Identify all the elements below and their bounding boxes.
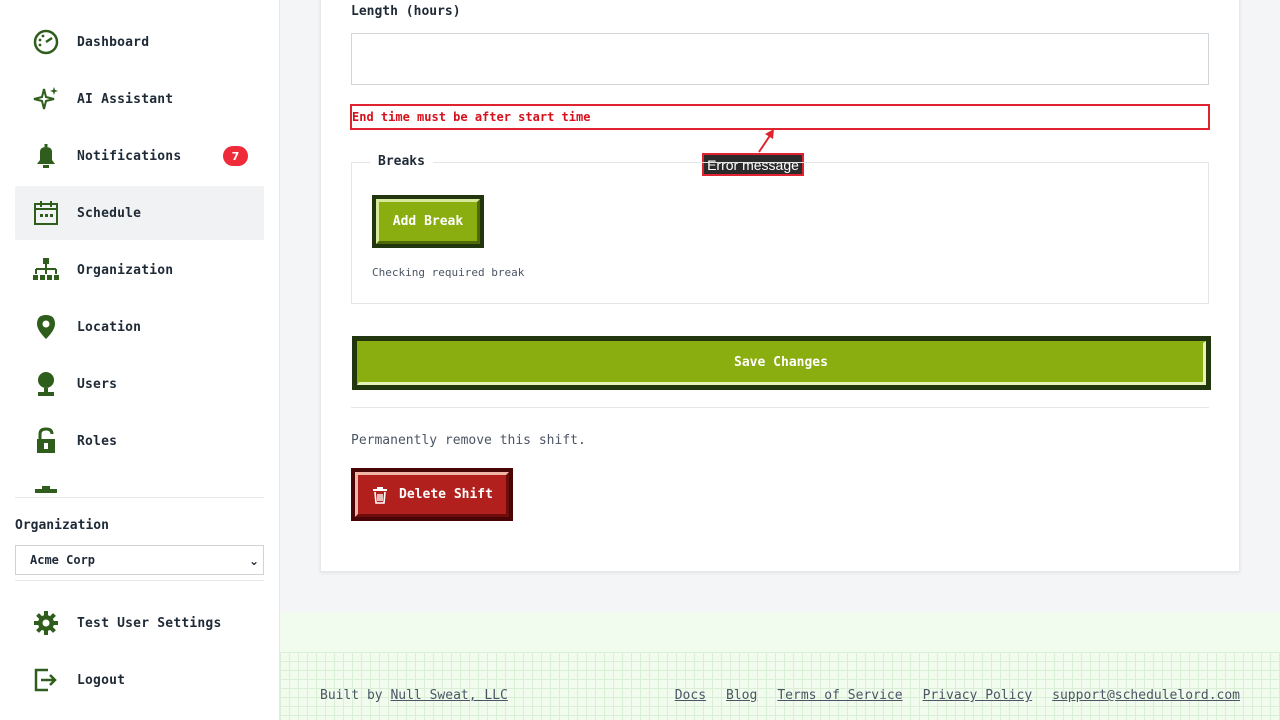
breaks-section: Breaks Add Break Checking required break: [351, 154, 1209, 304]
sidebar-item-label: Logout: [77, 672, 126, 688]
lock-icon: [31, 426, 61, 456]
delete-shift-button-content: Delete Shift: [355, 472, 509, 517]
sidebar-item-ai-assistant[interactable]: AI Assistant: [15, 72, 264, 126]
privacy-link[interactable]: Privacy Policy: [923, 688, 1033, 703]
delete-shift-label: Delete Shift: [399, 487, 493, 502]
delete-shift-button[interactable]: Delete Shift: [351, 468, 513, 521]
sidebar-item-test-user-settings[interactable]: Test User Settings: [15, 596, 264, 650]
sidebar-item-label: Users: [77, 376, 118, 392]
sidebar-item-label: Roles: [77, 433, 118, 449]
breaks-status-text: Checking required break: [372, 266, 525, 279]
sidebar-item-logout[interactable]: Logout: [15, 653, 264, 707]
sidebar-item-notifications[interactable]: Notifications 7: [15, 129, 264, 183]
error-message: End time must be after start time: [350, 104, 1210, 130]
location-pin-icon: [31, 312, 61, 342]
sidebar-item-location[interactable]: Location: [15, 300, 264, 354]
organization-select[interactable]: Acme Corp ⌄: [15, 545, 264, 575]
organization-switcher: Organization Acme Corp ⌄: [15, 518, 264, 575]
company-link[interactable]: Null Sweat, LLC: [390, 688, 507, 703]
sparkle-icon: [31, 84, 61, 114]
length-hours-input[interactable]: [351, 33, 1209, 85]
bell-icon: [31, 141, 61, 171]
docs-link[interactable]: Docs: [675, 688, 706, 703]
sidebar-divider: [15, 580, 264, 581]
organization-selected-value: Acme Corp: [30, 553, 96, 567]
terms-link[interactable]: Terms of Service: [777, 688, 902, 703]
support-email-link[interactable]: support@schedulelord.com: [1052, 688, 1240, 703]
sidebar-item-partial[interactable]: [15, 471, 264, 497]
length-hours-label: Length (hours): [351, 4, 461, 19]
sidebar-item-organization[interactable]: Organization: [15, 243, 264, 297]
organization-label: Organization: [15, 518, 109, 533]
footer-built-prefix: Built by: [320, 688, 391, 703]
app-window: Dashboard AI Assistant Notifications 7 S…: [0, 0, 1280, 720]
sidebar-item-label: Test User Settings: [77, 615, 222, 631]
breaks-title: Breaks: [370, 154, 433, 169]
footer-top-band: [280, 612, 1280, 652]
footer-built-by: Built by Null Sweat, LLC: [320, 688, 508, 703]
section-divider: [351, 407, 1209, 408]
blog-link[interactable]: Blog: [726, 688, 757, 703]
sidebar-item-dashboard[interactable]: Dashboard: [15, 15, 264, 69]
arrow-icon: [758, 129, 774, 153]
org-chart-icon: [31, 255, 61, 285]
trash-icon: [373, 486, 388, 504]
sidebar-item-label: Location: [77, 319, 142, 335]
sidebar-nav: Dashboard AI Assistant Notifications 7 S…: [15, 0, 264, 498]
calendar-icon: [31, 198, 61, 228]
sidebar-item-label: Organization: [77, 262, 174, 278]
sidebar-item-label: Schedule: [77, 205, 142, 221]
sidebar-item-label: Dashboard: [77, 34, 150, 50]
add-break-button[interactable]: Add Break: [372, 195, 484, 248]
delete-warning-text: Permanently remove this shift.: [351, 433, 586, 448]
user-icon: [31, 369, 61, 399]
gear-icon: [31, 608, 61, 638]
sidebar-item-label: Notifications: [77, 148, 182, 164]
footer: Built by Null Sweat, LLC Docs Blog Terms…: [280, 612, 1280, 720]
sidebar-item-users[interactable]: Users: [15, 357, 264, 411]
chevron-down-icon: ⌄: [248, 554, 259, 568]
notification-count-badge: 7: [223, 146, 248, 166]
sidebar: Dashboard AI Assistant Notifications 7 S…: [0, 0, 280, 720]
save-changes-button[interactable]: Save Changes: [352, 336, 1211, 390]
dashboard-icon: [31, 27, 61, 57]
sidebar-item-schedule[interactable]: Schedule: [15, 186, 264, 240]
save-changes-label: Save Changes: [357, 341, 1206, 385]
logout-icon: [31, 665, 61, 695]
footer-links: Docs Blog Terms of Service Privacy Polic…: [675, 688, 1240, 703]
sidebar-item-label: AI Assistant: [77, 91, 174, 107]
briefcase-icon: [31, 483, 61, 497]
add-break-label: Add Break: [376, 199, 480, 244]
sidebar-item-roles[interactable]: Roles: [15, 414, 264, 468]
